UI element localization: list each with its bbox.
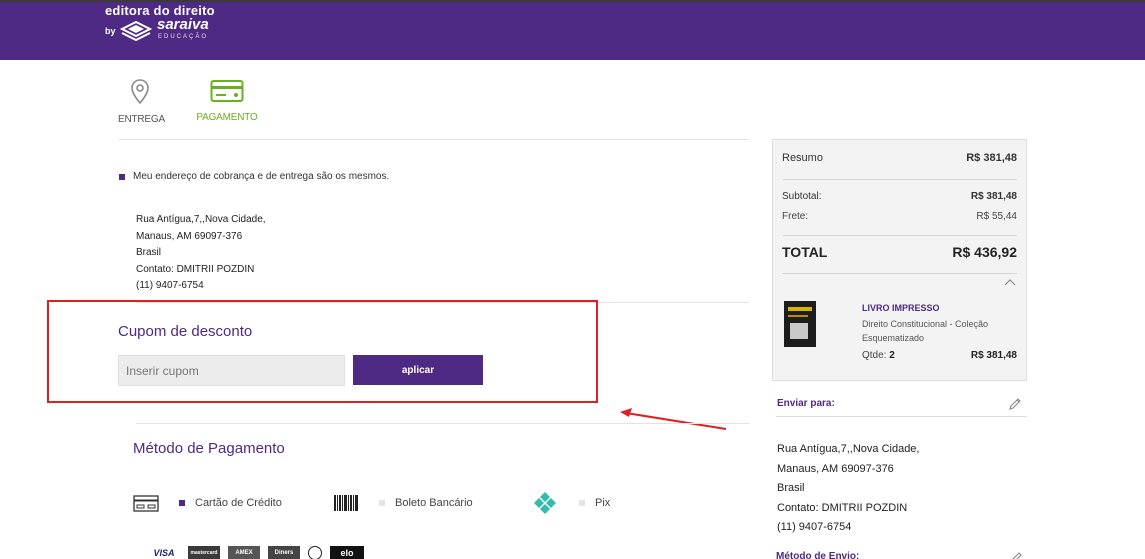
checkbox-marker (119, 173, 125, 180)
item-qty-value: 2 (889, 350, 895, 361)
visa-logo: VISA (153, 548, 175, 558)
brand-name[interactable]: saraiva (157, 16, 209, 33)
divider (782, 235, 1017, 236)
coupon-title: Cupom de desconto (118, 323, 253, 340)
diners-logo: Diners (268, 546, 300, 559)
brand-subtitle: EDUCAÇÃO (158, 34, 209, 40)
divider (782, 273, 1017, 274)
summary-frete-label: Frete: (782, 211, 809, 222)
barcode-icon (334, 495, 358, 511)
pencil-edit-icon[interactable] (1008, 397, 1022, 411)
card-brands: VISA mastercard AMEX Diners elo (148, 546, 364, 559)
item-type: LIVRO IMPRESSO (862, 303, 940, 313)
annotation-arrow-icon (620, 408, 727, 430)
book-cover-artwork (790, 323, 808, 339)
radio-unselected (379, 500, 385, 506)
radio-selected (179, 500, 185, 506)
address-line: Manaus, AM 69097-376 (777, 462, 894, 475)
book-cover-thumbnail[interactable] (784, 301, 816, 347)
summary-subtotal-label: Subtotal: (782, 191, 822, 202)
summary-total-value: R$ 436,92 (952, 244, 1017, 260)
step-pagamento-label: PAGAMENTO (196, 112, 258, 123)
header-bar: editora do direito by saraiva EDUCAÇÃO (0, 0, 1145, 60)
item-price: R$ 381,48 (970, 350, 1017, 361)
credit-card-icon (210, 80, 244, 102)
payment-option-label: Pix (595, 497, 611, 509)
book-cover-title-band (788, 307, 812, 311)
amex-logo: AMEX (228, 546, 260, 559)
elo-logo: elo (330, 546, 364, 559)
apply-coupon-button[interactable]: aplicar (353, 355, 483, 385)
ship-to-header: Enviar para: (776, 396, 1027, 417)
divider (118, 139, 749, 140)
pencil-edit-icon[interactable] (1009, 551, 1023, 559)
address-line: Manaus, AM 69097-376 (136, 230, 243, 242)
summary-frete-row: Frete: R$ 55,44 (782, 211, 1017, 222)
summary-resumo-row: Resumo R$ 381,48 (782, 152, 1017, 164)
payment-option-credit-card[interactable]: Cartão de Crédito (133, 493, 282, 513)
item-description[interactable]: Direito Constitucional - Coleção Esquema… (862, 317, 1012, 345)
address-line: Brasil (136, 247, 162, 258)
divider (136, 423, 749, 424)
mastercard-logo: mastercard (188, 546, 220, 559)
address-line: Contato: DMITRII POZDIN (777, 501, 908, 514)
address-line: Rua Antígua,7,,Nova Cidade, (136, 214, 266, 225)
divider (782, 179, 1017, 180)
step-pagamento[interactable]: PAGAMENTO (196, 78, 258, 123)
saraiva-logo-icon (120, 20, 152, 42)
summary-total-label: TOTAL (782, 244, 828, 260)
summary-resumo-value: R$ 381,48 (966, 152, 1017, 164)
address-line: (11) 9407-6754 (136, 280, 204, 291)
summary-subtotal-value: R$ 381,48 (970, 191, 1017, 202)
address-line: (11) 9407-6754 (777, 521, 852, 534)
summary-subtotal-row: Subtotal: R$ 381,48 (782, 191, 1017, 202)
pix-icon (534, 492, 556, 514)
step-entrega-label: ENTREGA (118, 114, 165, 125)
hipercard-logo (308, 546, 322, 559)
summary-resumo-label: Resumo (782, 152, 823, 164)
location-pin-icon (131, 79, 149, 105)
ship-to-label: Enviar para: (777, 398, 835, 409)
credit-card-icon (133, 495, 159, 512)
same-address-label: Meu endereço de cobrança e de entrega sã… (133, 171, 390, 182)
payment-option-boleto[interactable]: Boleto Bancário (333, 493, 473, 513)
coupon-highlight-box (47, 300, 598, 403)
billing-address: Rua Antígua,7,,Nova Cidade, Manaus, AM 6… (136, 212, 266, 295)
book-cover-subtitle-band (788, 315, 808, 317)
shipping-address: Rua Antígua,7,,Nova Cidade, Manaus, AM 6… (777, 440, 919, 538)
payment-option-label: Boleto Bancário (395, 497, 473, 509)
order-summary: Resumo R$ 381,48 Subtotal: R$ 381,48 Fre… (772, 139, 1027, 381)
item-quantity: Qtde: 2 (862, 350, 895, 361)
payment-option-label: Cartão de Crédito (195, 497, 282, 509)
summary-frete-value: R$ 55,44 (976, 211, 1017, 222)
summary-total-row: TOTAL R$ 436,92 (782, 244, 1017, 260)
item-qty-label: Qtde: (862, 350, 887, 361)
payment-method-title: Método de Pagamento (133, 440, 285, 457)
radio-unselected (579, 500, 585, 506)
chevron-up-icon[interactable] (1004, 277, 1016, 289)
step-entrega[interactable]: ENTREGA (118, 78, 165, 125)
address-line: Contato: DMITRII POZDIN (136, 263, 255, 275)
same-address-checkbox[interactable]: Meu endereço de cobrança e de entrega sã… (119, 171, 389, 182)
brand-by-text: by (105, 26, 116, 36)
shipping-method-label: Método de Envio: (776, 551, 860, 559)
coupon-input[interactable] (118, 355, 345, 386)
address-line: Brasil (777, 482, 805, 495)
payment-option-pix[interactable]: Pix (533, 492, 611, 514)
address-line: Rua Antígua,7,,Nova Cidade, (777, 443, 920, 455)
